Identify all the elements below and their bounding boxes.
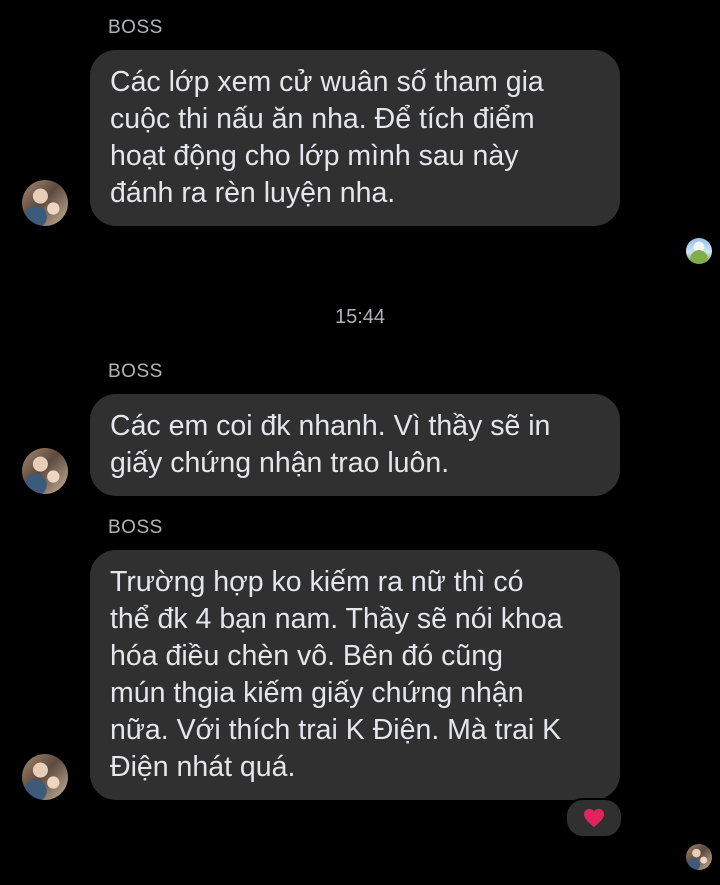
sender-avatar[interactable] [22, 180, 68, 226]
read-receipt-avatar [686, 238, 712, 264]
timestamp: 15:44 [334, 306, 386, 328]
message-reaction[interactable] [565, 798, 623, 838]
message-bubble[interactable]: Các lớp xem cử wuân số tham gia cuộc thi… [90, 50, 620, 226]
message-bubble[interactable]: Trường hợp ko kiếm ra nữ thì có thể đk 4… [90, 550, 620, 800]
sender-avatar[interactable] [22, 754, 68, 800]
message-bubble[interactable]: Các em coi đk nhanh. Vì thầy sẽ in giấy … [90, 394, 620, 496]
read-receipt-avatar [686, 844, 712, 870]
sender-name: BOSS [108, 361, 163, 382]
sender-name: BOSS [108, 17, 163, 38]
heart-icon [584, 808, 604, 828]
sender-name: BOSS [108, 517, 163, 538]
sender-avatar[interactable] [22, 448, 68, 494]
